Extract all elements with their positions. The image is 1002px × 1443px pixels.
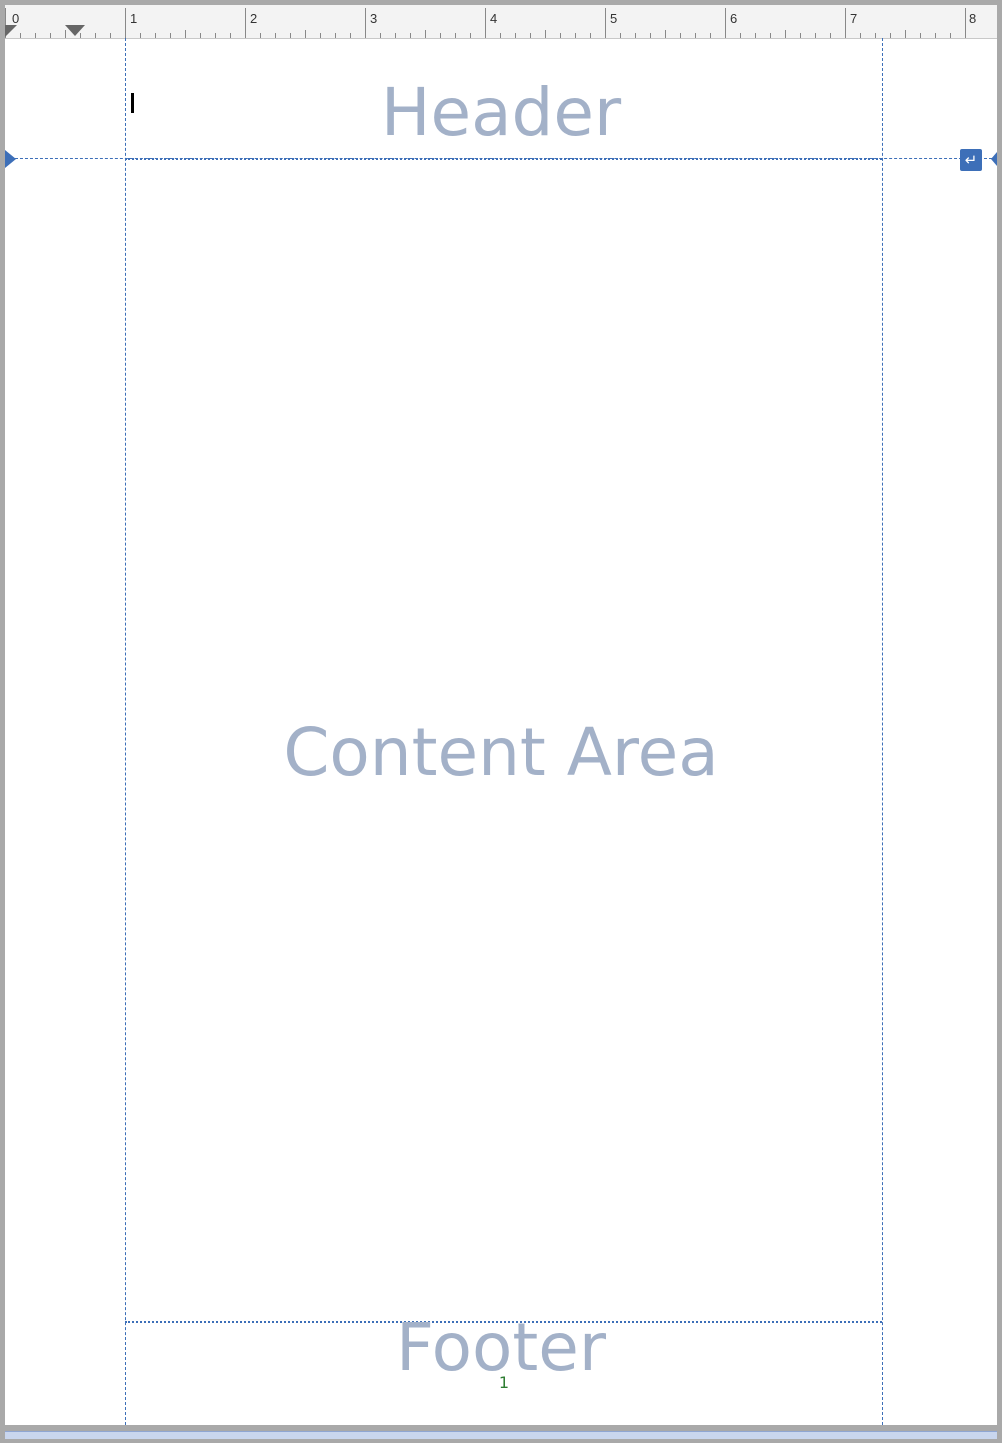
page-number: 1 (498, 1373, 510, 1392)
first-line-indent-marker-icon[interactable] (65, 25, 85, 37)
header-boundary-handle-left-icon[interactable] (5, 150, 17, 168)
ruler-number-1: 1 (130, 11, 138, 26)
ruler-number-2: 2 (250, 11, 258, 26)
ruler-number-7: 7 (850, 11, 858, 26)
bottom-scroll-area (0, 1425, 1002, 1443)
ruler-number-8: 8 (969, 11, 977, 26)
ruler-number-5: 5 (610, 11, 618, 26)
content-area-label: Content Area (283, 714, 719, 791)
header-boundary-handle-right-icon[interactable] (991, 152, 997, 166)
horizontal-ruler[interactable]: 0 1 2 3 4 5 6 7 8 (5, 5, 997, 39)
editor-frame: 0 1 2 3 4 5 6 7 8 Header Content Area Fo… (0, 0, 1002, 1443)
ruler-number-0: 0 (12, 11, 20, 26)
horizontal-scrollbar[interactable] (5, 1431, 997, 1439)
ruler-number-6: 6 (730, 11, 738, 26)
ruler-number-3: 3 (370, 11, 378, 26)
left-indent-marker-icon[interactable] (5, 25, 19, 37)
header-region-label: Header (380, 74, 622, 151)
return-arrow-icon[interactable]: ↵ (960, 149, 982, 171)
ruler-number-4: 4 (490, 11, 498, 26)
header-content-divider (125, 158, 882, 160)
ruler-ticks (5, 8, 966, 38)
